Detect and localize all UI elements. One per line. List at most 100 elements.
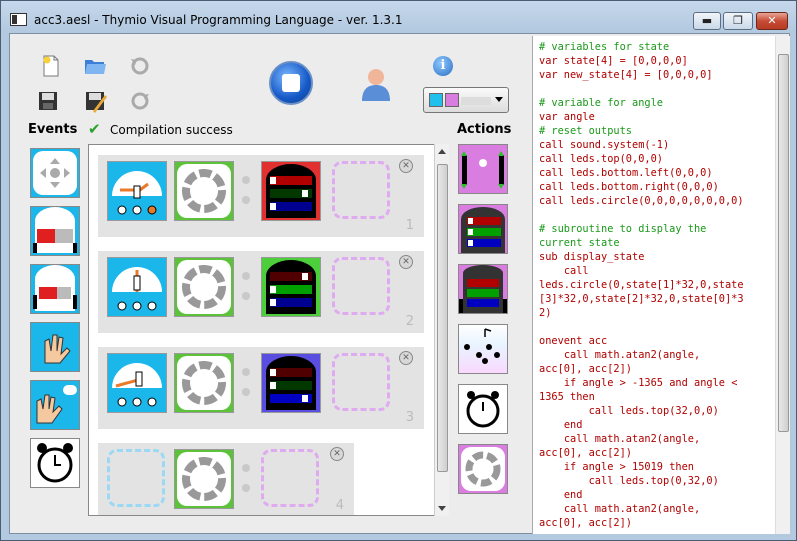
- separator-dot: [242, 176, 250, 184]
- remove-pair-button[interactable]: ✕: [399, 159, 413, 173]
- code-line: call: [539, 265, 589, 277]
- state-block[interactable]: [174, 353, 234, 413]
- empty-action-slot[interactable]: [332, 257, 390, 315]
- accelerometer-event-block[interactable]: [107, 353, 167, 413]
- separator-dot: [242, 196, 250, 204]
- scroll-thumb[interactable]: [778, 54, 789, 432]
- code-line: call leds.circle(0,0,0,0,0,0,0,0): [539, 195, 744, 207]
- separator-dot: [242, 292, 250, 300]
- timer-action-block[interactable]: [458, 384, 508, 434]
- code-line: call math.atan2(angle,: [539, 503, 701, 515]
- color-scheme-select[interactable]: [423, 87, 509, 113]
- buttons-event-block[interactable]: [30, 148, 80, 198]
- compilation-status: Compilation success: [110, 123, 233, 137]
- undo-icon[interactable]: [128, 54, 152, 78]
- state-circle-icon: [461, 447, 505, 491]
- top-color-action-block[interactable]: [261, 257, 321, 317]
- state-block[interactable]: [174, 161, 234, 221]
- event-action-pair-4[interactable]: ✕ 4: [98, 443, 354, 515]
- empty-action-slot[interactable]: [332, 353, 390, 411]
- empty-action-slot[interactable]: [332, 161, 390, 219]
- proximity-event-block[interactable]: [30, 206, 80, 256]
- ground-event-icon: [33, 265, 77, 311]
- empty-event-slot[interactable]: [107, 449, 165, 507]
- save-icon[interactable]: [36, 89, 60, 113]
- code-scrollbar[interactable]: [775, 36, 790, 534]
- code-line: 1365 then: [539, 391, 595, 403]
- open-folder-icon[interactable]: [83, 54, 107, 78]
- accelerometer-event-block[interactable]: [107, 161, 167, 221]
- top-color-action-block[interactable]: [458, 204, 508, 254]
- maximize-button[interactable]: ❐: [723, 12, 753, 30]
- ground-event-block[interactable]: [30, 264, 80, 314]
- state-block[interactable]: [174, 257, 234, 317]
- minimize-button[interactable]: ▬: [693, 12, 721, 30]
- remove-pair-button[interactable]: ✕: [399, 255, 413, 269]
- alarm-clock-icon: [37, 443, 73, 483]
- user-icon[interactable]: [360, 67, 392, 103]
- code-line: end: [539, 489, 583, 501]
- code-line: call leds.bottom.left(0,0,0): [539, 167, 713, 179]
- code-line: var new_state[4] = [0,0,0,0]: [539, 69, 713, 81]
- app-icon: [10, 13, 27, 26]
- alarm-clock-icon: [466, 391, 500, 428]
- color-sliders-icon: [266, 164, 316, 218]
- main-window: acc3.aesl - Thymio Visual Programming La…: [0, 0, 797, 541]
- window-title: acc3.aesl - Thymio Visual Programming La…: [34, 13, 403, 27]
- separator-dot: [242, 388, 250, 396]
- event-action-pair-2[interactable]: ✕ 2: [98, 251, 424, 333]
- code-line: call sound.system(-1): [539, 139, 670, 151]
- code-line: var angle: [539, 111, 595, 123]
- pair-number: 3: [405, 410, 414, 425]
- tap-event-block[interactable]: [30, 322, 80, 372]
- state-block[interactable]: [174, 449, 234, 509]
- stop-button[interactable]: [269, 61, 313, 105]
- code-line: # subroutine to display the: [539, 223, 707, 235]
- generated-code-panel[interactable]: # variables for state var state[4] = [0,0…: [532, 36, 784, 534]
- clap-event-icon: [36, 385, 77, 424]
- empty-action-slot[interactable]: [261, 449, 319, 507]
- event-action-pair-1[interactable]: ✕ 1: [98, 155, 424, 237]
- event-action-pair-3[interactable]: ✕ 3: [98, 347, 424, 429]
- client-area: i Events ✔ Compilation success Actions ✕…: [9, 33, 790, 534]
- top-color-action-block[interactable]: [261, 353, 321, 413]
- code-line: # variable for angle: [539, 97, 663, 109]
- code-line: call leds.top(32,0,0): [539, 405, 719, 417]
- canvas-scrollbar[interactable]: [434, 144, 449, 516]
- save-as-icon[interactable]: [83, 89, 107, 113]
- state-circle-icon: [177, 260, 231, 314]
- color-sliders-icon: [266, 260, 316, 314]
- code-line: leds.circle(0,state[1]*32,0,state: [539, 279, 744, 291]
- program-canvas[interactable]: ✕ 1 + ✕ 2 +: [88, 144, 449, 516]
- state-circle-icon: [177, 164, 231, 218]
- pair-number: 4: [335, 498, 344, 513]
- clap-event-block[interactable]: [30, 380, 80, 430]
- accelerometer-event-block[interactable]: [107, 257, 167, 317]
- top-color-action-block[interactable]: [261, 161, 321, 221]
- code-line: # variables for state: [539, 41, 670, 53]
- bottom-color-action-block[interactable]: [458, 264, 508, 314]
- state-action-block[interactable]: [458, 444, 508, 494]
- scroll-thumb[interactable]: [437, 164, 448, 472]
- code-line: onevent acc: [539, 335, 608, 347]
- remove-pair-button[interactable]: ✕: [399, 351, 413, 365]
- music-notes-icon: [464, 328, 500, 364]
- code-line: 2): [539, 307, 552, 319]
- top-color-icon: [461, 207, 505, 253]
- new-file-icon[interactable]: [39, 54, 63, 78]
- motors-action-block[interactable]: [458, 144, 508, 194]
- remove-pair-button[interactable]: ✕: [330, 447, 344, 461]
- separator-dot: [242, 272, 250, 280]
- title-bar[interactable]: acc3.aesl - Thymio Visual Programming La…: [1, 1, 796, 33]
- timer-event-block[interactable]: [30, 438, 80, 488]
- music-action-block[interactable]: [458, 324, 508, 374]
- scroll-up-icon[interactable]: [438, 149, 446, 154]
- close-button[interactable]: ✕: [756, 12, 788, 30]
- redo-icon[interactable]: [128, 89, 152, 113]
- info-icon[interactable]: i: [433, 56, 453, 76]
- code-line: [3]*32,0,state[2]*32,0,state[0]*3: [539, 293, 744, 305]
- separator-dot: [242, 484, 250, 492]
- scroll-down-icon[interactable]: [438, 506, 446, 511]
